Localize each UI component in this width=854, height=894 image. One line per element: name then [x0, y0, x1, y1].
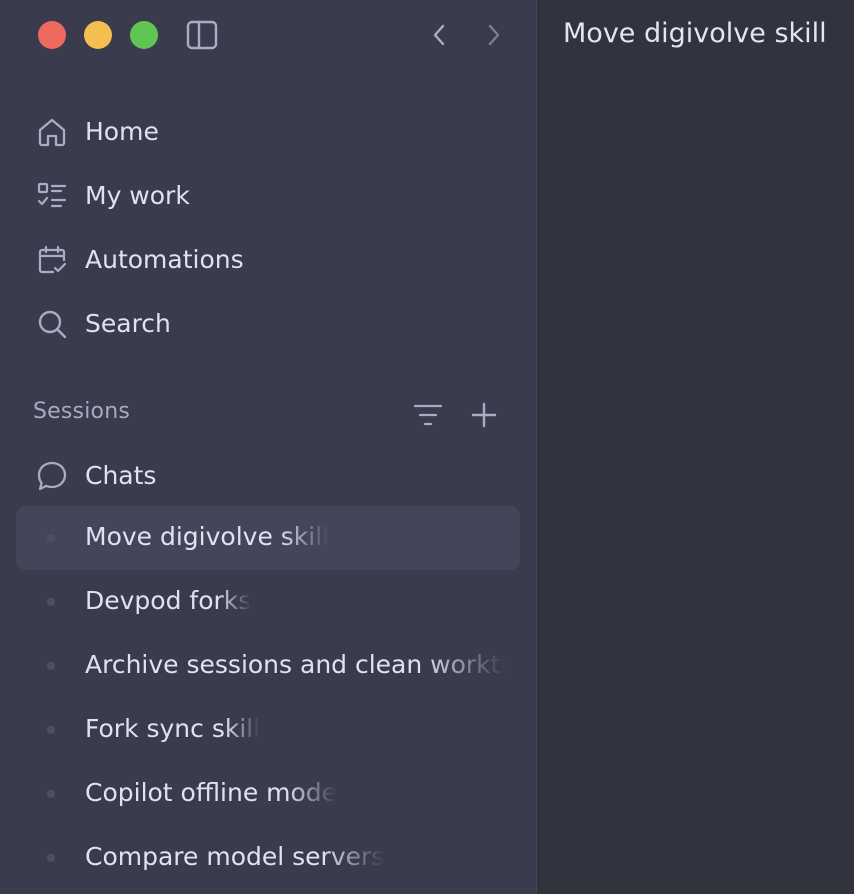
checklist-icon [36, 180, 68, 212]
status-dot [47, 662, 55, 670]
maximize-button[interactable] [130, 21, 158, 49]
session-label: Fork sync skill [85, 714, 261, 743]
search-icon [36, 308, 68, 340]
sidebar: Home My work Automations Search Sessions… [0, 0, 537, 894]
session-item[interactable]: Compare model servers [16, 826, 520, 890]
chevron-left-icon[interactable] [426, 20, 452, 50]
status-dot [47, 790, 55, 798]
filter-icon[interactable] [411, 400, 445, 430]
nav-item-label: Automations [85, 244, 244, 274]
session-label: Devpod forks [85, 586, 252, 615]
status-dot [47, 726, 55, 734]
session-item[interactable]: Archive sessions and clean worktrees [16, 634, 520, 698]
nav-item-my-work[interactable]: My work [16, 167, 520, 223]
nav-item-label: My work [85, 180, 190, 210]
group-chats[interactable]: Chats [16, 447, 520, 503]
session-item[interactable]: Copilot offline mode [16, 762, 520, 826]
minimize-button[interactable] [84, 21, 112, 49]
nav-item-search[interactable]: Search [16, 295, 520, 351]
close-button[interactable] [38, 21, 66, 49]
nav-item-automations[interactable]: Automations [16, 231, 520, 287]
session-label: Archive sessions and clean worktrees [85, 650, 506, 679]
nav-item-label: Home [85, 116, 159, 146]
chevron-right-icon[interactable] [481, 20, 507, 50]
session-item[interactable]: Fork sync skill [16, 698, 520, 762]
session-label: Move digivolve skill [85, 522, 330, 551]
chat-bubble-icon [36, 460, 68, 492]
session-item[interactable]: Devpod forks [16, 570, 520, 634]
session-label: Compare model servers [85, 842, 385, 871]
calendar-check-icon [36, 244, 68, 276]
session-label: Copilot offline mode [85, 778, 338, 807]
nav-item-home[interactable]: Home [16, 103, 520, 159]
status-dot [47, 854, 55, 862]
nav-item-label: Search [85, 308, 171, 338]
status-dot [47, 598, 55, 606]
home-icon [36, 116, 68, 148]
status-dot [47, 534, 55, 542]
sidebar-toggle-icon[interactable] [184, 18, 220, 52]
page-title: Move digivolve skill [563, 18, 827, 49]
sessions-title: Sessions [33, 399, 131, 424]
plus-icon[interactable] [469, 400, 499, 430]
session-item[interactable]: Move digivolve skill [16, 506, 520, 570]
main-pane: Move digivolve skill [538, 0, 854, 894]
group-label: Chats [85, 460, 157, 490]
